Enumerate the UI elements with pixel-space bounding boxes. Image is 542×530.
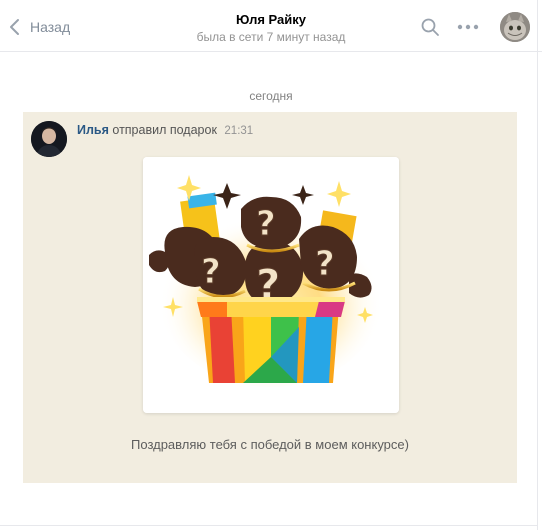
question-mark-left: ? <box>201 252 221 292</box>
question-mark-top: ? <box>256 204 276 244</box>
scrollbar-divider <box>537 0 538 530</box>
question-mark-right: ? <box>315 244 335 284</box>
author-avatar[interactable] <box>31 121 67 157</box>
message-time[interactable]: 21:31 <box>224 125 253 137</box>
gift-message-text: Поздравляю тебя с победой в моем конкурс… <box>131 437 409 452</box>
message-action: отправил подарок <box>112 123 217 137</box>
gift-box-icon: ? ? ? ? <box>143 157 399 413</box>
author-name[interactable]: Илья <box>77 123 109 137</box>
bottom-divider <box>0 525 537 526</box>
gift-card[interactable]: ? ? ? ? <box>143 157 399 413</box>
author-photo <box>31 121 67 157</box>
date-separator: сегодня <box>249 89 293 103</box>
cat-photo <box>500 12 530 42</box>
message-header: Илья отправил подарок 21:31 <box>77 123 253 137</box>
more-icon[interactable] <box>456 24 480 30</box>
peer-avatar[interactable] <box>500 12 530 42</box>
search-icon[interactable] <box>420 17 440 37</box>
chat-header: Назад Юля Райку была в сети 7 минут наза… <box>0 0 542 52</box>
gift-message: Илья отправил подарок 21:31 ? ? ? ? Позд… <box>23 112 517 483</box>
peer-status: была в сети 7 минут назад <box>196 30 346 44</box>
